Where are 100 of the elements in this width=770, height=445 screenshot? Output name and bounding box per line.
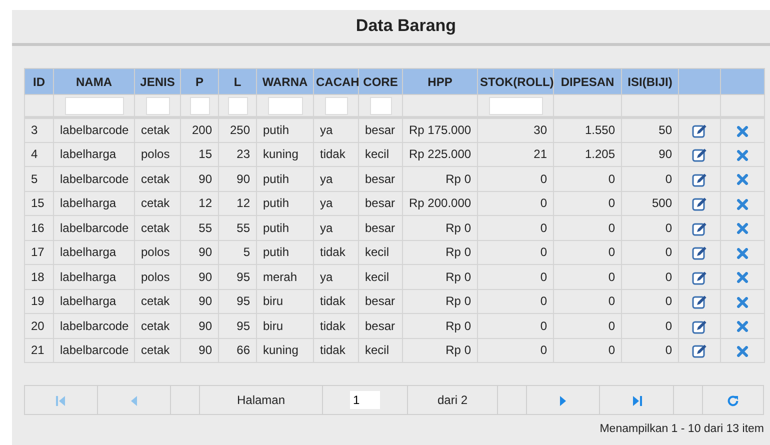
table-cell: besar [358, 289, 402, 314]
filter-field[interactable] [488, 96, 542, 114]
column-header[interactable]: HPP [402, 68, 478, 94]
table-cell: 0 [554, 216, 622, 240]
edit-icon[interactable] [692, 222, 707, 236]
delete-icon[interactable] [737, 321, 748, 332]
table-cell: 95 [218, 289, 256, 314]
page-label: Halaman [236, 393, 286, 407]
table-cell: tidak [314, 314, 358, 338]
table-cell: Rp 200.000 [402, 191, 478, 216]
column-header[interactable]: DIPESAN [554, 68, 622, 94]
table-cell: labelbarcode [54, 216, 134, 240]
table-cell: Rp 0 [402, 166, 478, 191]
table-cell: 250 [218, 118, 256, 142]
column-header[interactable]: NAMA [54, 68, 134, 94]
table-cell: kecil [358, 240, 402, 264]
table-cell: 0 [554, 240, 622, 264]
table-cell: 90 [180, 314, 218, 338]
column-header[interactable]: P [180, 68, 218, 94]
table-cell: 50 [622, 118, 678, 142]
table-cell: tidak [314, 289, 358, 314]
table-cell: cetak [134, 118, 180, 142]
column-header[interactable]: ISI(BIJI) [622, 68, 678, 94]
edit-icon[interactable] [692, 270, 707, 285]
delete-icon[interactable] [737, 346, 748, 357]
table-cell: Rp 0 [402, 338, 478, 362]
table-cell: 18 [24, 264, 54, 289]
page-title: Data Barang [354, 16, 456, 37]
table-cell: biru [256, 289, 314, 314]
table-cell: labelbarcode [54, 314, 134, 338]
delete-icon[interactable] [737, 248, 748, 259]
table-cell: besar [358, 118, 402, 142]
table-cell: 0 [622, 240, 678, 264]
edit-icon[interactable] [692, 320, 707, 334]
table-cell: 95 [218, 314, 256, 338]
edit-icon[interactable] [692, 172, 707, 187]
delete-icon[interactable] [737, 126, 748, 137]
table-cell: 0 [478, 338, 554, 362]
table-cell: cetak [134, 338, 180, 362]
table-cell: 0 [478, 166, 554, 191]
table-cell: 0 [622, 338, 678, 362]
table-cell: putih [256, 216, 314, 240]
delete-icon[interactable] [737, 272, 748, 284]
column-header[interactable]: CACAH [314, 68, 358, 94]
column-header[interactable]: JENIS [134, 68, 180, 94]
column-header[interactable]: L [218, 68, 256, 94]
table-cell: putih [256, 118, 314, 142]
delete-icon[interactable] [737, 150, 748, 161]
table-cell: kecil [358, 142, 402, 166]
column-header[interactable]: CORE [358, 68, 402, 94]
edit-icon[interactable] [692, 246, 707, 260]
table-cell: 5 [24, 166, 54, 191]
table-cell: Rp 0 [402, 216, 478, 240]
table-cell: tidak [314, 240, 358, 264]
delete-icon[interactable] [737, 198, 748, 210]
table-cell: besar [358, 314, 402, 338]
table-cell: tidak [314, 142, 358, 166]
table-cell: 5 [218, 240, 256, 264]
table-cell: cetak [134, 314, 180, 338]
table-cell: 90 [622, 142, 678, 166]
filter-field[interactable] [228, 96, 248, 114]
filter-field[interactable] [64, 96, 124, 114]
table-cell: 16 [24, 216, 54, 240]
table-cell: kuning [256, 142, 314, 166]
table-cell: merah [256, 264, 314, 289]
table-cell: labelharga [54, 289, 134, 314]
delete-icon[interactable] [737, 223, 748, 234]
filter-field[interactable] [324, 96, 348, 114]
table-cell: besar [358, 191, 402, 216]
delete-icon[interactable] [737, 174, 748, 186]
filter-field[interactable] [370, 96, 392, 114]
table-cell: 3 [24, 118, 54, 142]
delete-icon[interactable] [737, 296, 748, 308]
table-cell: ya [314, 216, 358, 240]
edit-icon[interactable] [692, 197, 707, 212]
table-cell: 200 [180, 118, 218, 142]
column-header[interactable]: WARNA [256, 68, 314, 94]
table-cell: 20 [24, 314, 54, 338]
filter-field[interactable] [146, 96, 170, 114]
table-cell: kuning [256, 338, 314, 362]
page-number-field[interactable]: 1 [350, 391, 380, 409]
table-cell: putih [256, 191, 314, 216]
table-cell: 23 [218, 142, 256, 166]
table-cell: labelharga [54, 264, 134, 289]
edit-icon[interactable] [692, 124, 707, 138]
table-cell: 4 [24, 142, 54, 166]
table-cell: labelharga [54, 240, 134, 264]
table-cell: 0 [554, 264, 622, 289]
table-cell: labelbarcode [54, 166, 134, 191]
column-header[interactable]: ID [24, 68, 54, 94]
filter-field[interactable] [268, 96, 302, 114]
table-cell: Rp 0 [402, 240, 478, 264]
column-header[interactable]: STOK(ROLL) [478, 68, 554, 94]
table-cell: 0 [622, 289, 678, 314]
filter-field[interactable] [190, 96, 210, 114]
edit-icon[interactable] [692, 344, 707, 358]
table-cell: 500 [622, 191, 678, 216]
edit-icon[interactable] [692, 295, 707, 310]
edit-icon[interactable] [692, 148, 707, 162]
table-cell: polos [134, 264, 180, 289]
